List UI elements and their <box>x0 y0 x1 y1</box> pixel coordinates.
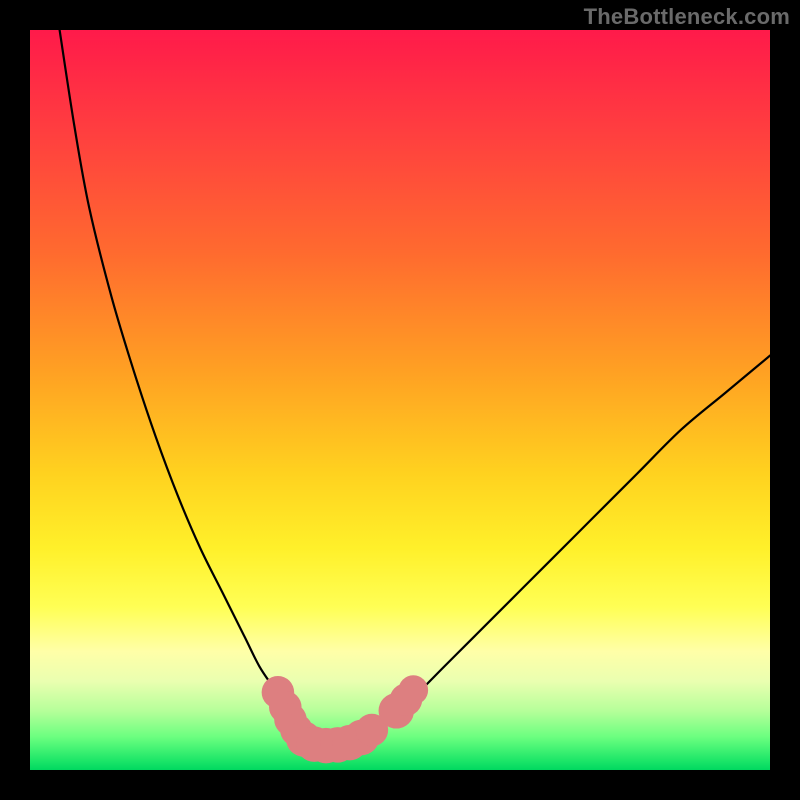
chart-frame: TheBottleneck.com <box>0 0 800 800</box>
curve-layer <box>30 30 770 770</box>
watermark-text: TheBottleneck.com <box>584 4 790 30</box>
bottleneck-curve <box>60 30 770 745</box>
curve-marker <box>399 675 429 705</box>
plot-area <box>30 30 770 770</box>
curve-markers <box>262 675 429 763</box>
